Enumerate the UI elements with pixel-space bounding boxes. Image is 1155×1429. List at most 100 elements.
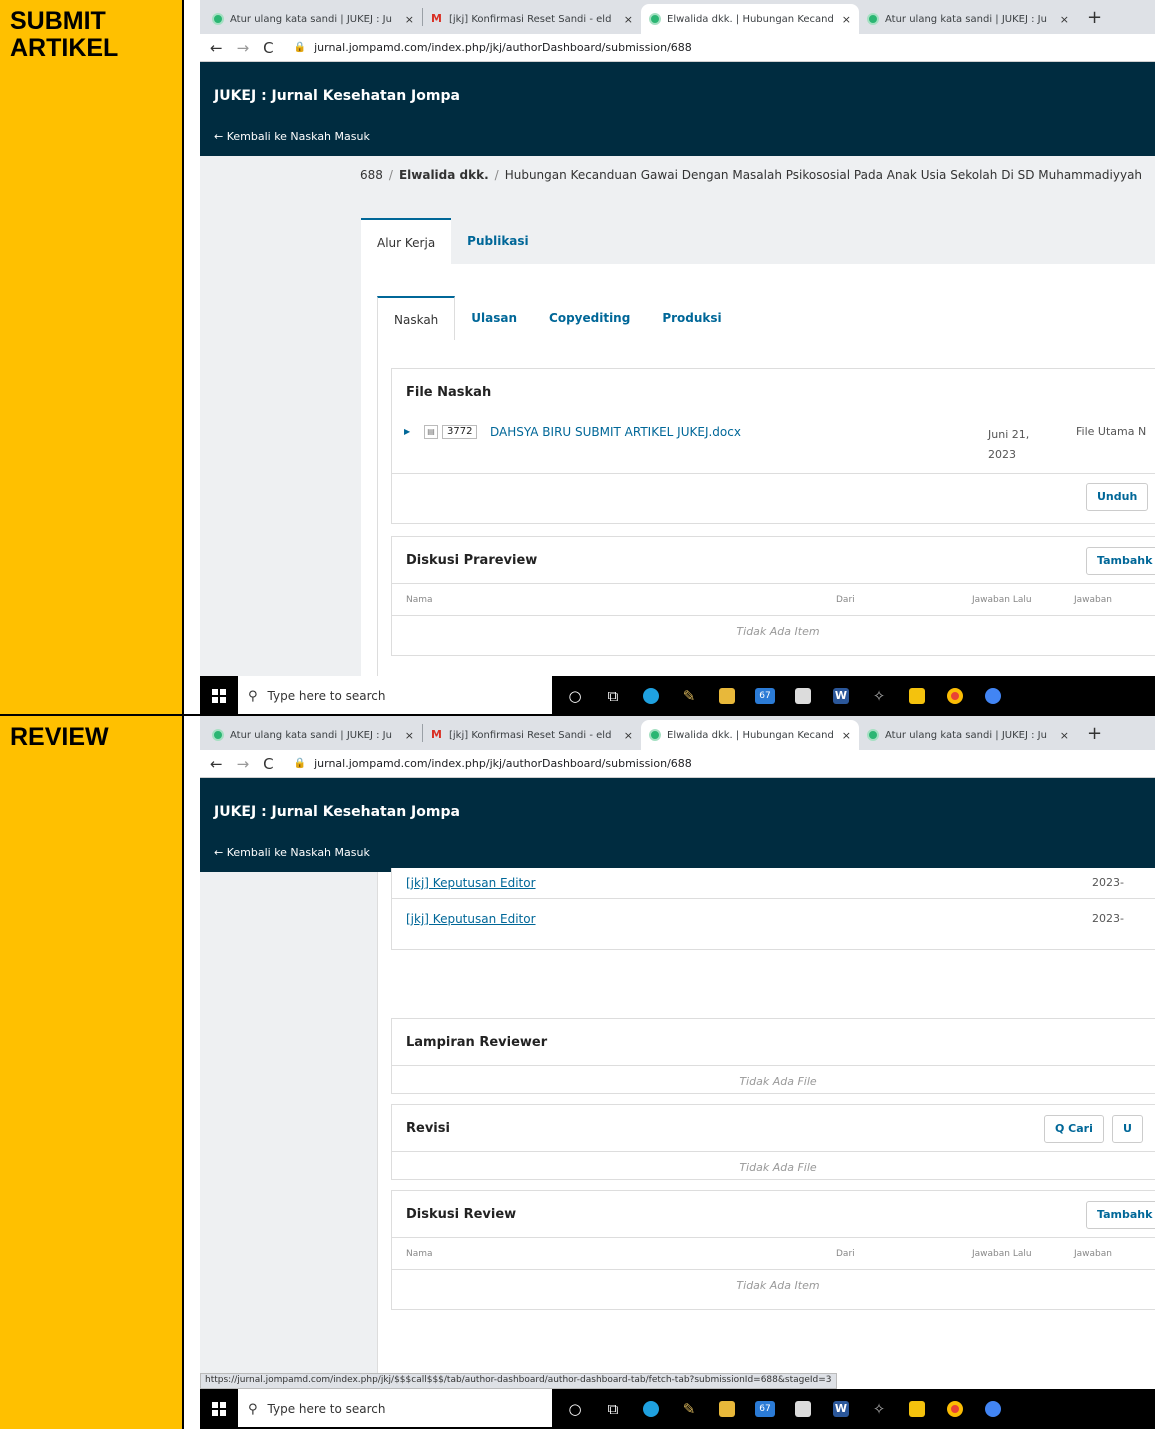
new-tab-button[interactable]: +: [1077, 7, 1112, 28]
task-view-icon[interactable]: ⧉: [594, 676, 632, 716]
new-tab-button[interactable]: +: [1077, 723, 1112, 744]
cortana-icon[interactable]: ○: [556, 1389, 594, 1429]
file-explorer-icon[interactable]: [708, 1389, 746, 1429]
lock-icon: 🔒: [293, 42, 307, 53]
reload-icon[interactable]: C: [263, 39, 273, 57]
tab-copyediting[interactable]: Copyediting: [533, 296, 646, 340]
reload-icon[interactable]: C: [263, 755, 273, 773]
expand-arrow-icon[interactable]: ▶: [404, 427, 410, 436]
satellite-app-icon[interactable]: ✧: [860, 676, 898, 716]
browser-tab-2[interactable]: M [jkj] Konfirmasi Reset Sandi - eld ×: [423, 720, 641, 750]
taskbar-search[interactable]: ⚲ Type here to search: [238, 676, 552, 716]
browser-tab-1[interactable]: Atur ulang kata sandi | JUKEJ : Ju ×: [204, 720, 422, 750]
browser-tab-2[interactable]: M [jkj] Konfirmasi Reset Sandi - eld ×: [423, 4, 641, 34]
ojs-icon: [649, 13, 661, 25]
notification-link[interactable]: [jkj] Keputusan Editor: [406, 912, 536, 926]
lock-icon: 🔒: [293, 758, 307, 769]
back-to-submissions-link[interactable]: ← Kembali ke Naskah Masuk: [214, 846, 370, 859]
address-bar: ← → C 🔒 jurnal.jompamd.com/index.php/jkj…: [200, 750, 1155, 778]
close-icon[interactable]: ×: [1060, 13, 1069, 26]
download-button[interactable]: Unduh: [1086, 483, 1149, 511]
close-icon[interactable]: ×: [842, 729, 851, 742]
store-icon[interactable]: [784, 676, 822, 716]
file-type: File Utama N: [1076, 425, 1147, 438]
add-discussion-button[interactable]: Tambahk: [1086, 547, 1155, 575]
url-field[interactable]: jurnal.jompamd.com/index.php/jkj/authorD…: [314, 757, 692, 770]
search-button[interactable]: Q Cari: [1044, 1115, 1104, 1143]
word-icon[interactable]: W: [822, 676, 860, 716]
tab-production[interactable]: Produksi: [646, 296, 737, 340]
browser-tab-1[interactable]: Atur ulang kata sandi | JUKEJ : Ju ×: [204, 4, 422, 34]
journal-title[interactable]: JUKEJ : Jurnal Kesehatan Jompa: [214, 88, 460, 104]
chrome-profile-icon[interactable]: [974, 1389, 1012, 1429]
word-icon[interactable]: W: [822, 1389, 860, 1429]
pen-app-icon[interactable]: ✎: [670, 676, 708, 716]
table-row-submit: SUBMIT ARTIKEL Atur ulang kata sandi | J…: [0, 0, 1155, 716]
close-icon[interactable]: ×: [405, 13, 414, 26]
windows-logo-icon: [212, 1402, 226, 1416]
reviewer-attachments-title: Lampiran Reviewer: [406, 1035, 548, 1050]
chrome-profile-icon[interactable]: [974, 676, 1012, 716]
browser-tab-4[interactable]: Atur ulang kata sandi | JUKEJ : Ju ×: [859, 4, 1077, 34]
browser-tab-3[interactable]: Elwalida dkk. | Hubungan Kecand ×: [641, 4, 859, 34]
pen-app-icon[interactable]: ✎: [670, 1389, 708, 1429]
file-name-link[interactable]: DAHSYA BIRU SUBMIT ARTIKEL JUKEJ.docx: [490, 425, 741, 439]
mail-icon[interactable]: 67: [746, 1389, 784, 1429]
cortana-icon[interactable]: ○: [556, 676, 594, 716]
tab-workflow[interactable]: Alur Kerja: [361, 218, 452, 264]
taskbar-search[interactable]: ⚲ Type here to search: [238, 1389, 552, 1429]
close-icon[interactable]: ×: [405, 729, 414, 742]
mail-icon[interactable]: 67: [746, 676, 784, 716]
search-icon: ⚲: [248, 1401, 258, 1417]
ojs-icon: [867, 13, 879, 25]
sticky-notes-icon[interactable]: [898, 1389, 936, 1429]
close-icon[interactable]: ×: [624, 729, 633, 742]
start-button[interactable]: [200, 1402, 238, 1416]
forward-arrow-icon[interactable]: →: [237, 39, 250, 57]
browser-tab-bar: Atur ulang kata sandi | JUKEJ : Ju × M [jk…: [200, 716, 1155, 750]
journal-title[interactable]: JUKEJ : Jurnal Kesehatan Jompa: [214, 804, 460, 820]
edge-icon[interactable]: [632, 1389, 670, 1429]
task-view-icon[interactable]: ⧉: [594, 1389, 632, 1429]
status-bar-url: https://jurnal.jompamd.com/index.php/jkj…: [200, 1373, 837, 1389]
stage-tabs: Naskah Ulasan Copyediting Produksi: [377, 296, 738, 340]
close-icon[interactable]: ×: [1060, 729, 1069, 742]
chrome-icon[interactable]: [936, 1389, 974, 1429]
start-button[interactable]: [200, 689, 238, 703]
tab-submission[interactable]: Naskah: [377, 296, 456, 340]
browser-tab-3[interactable]: Elwalida dkk. | Hubungan Kecand ×: [641, 720, 859, 750]
file-date: Juni 21, 2023: [988, 428, 1030, 461]
file-section-title: File Naskah: [406, 385, 492, 400]
satellite-app-icon[interactable]: ✧: [860, 1389, 898, 1429]
forward-arrow-icon[interactable]: →: [237, 755, 250, 773]
back-to-submissions-link[interactable]: ← Kembali ke Naskah Masuk: [214, 130, 370, 143]
back-arrow-icon[interactable]: ←: [210, 755, 223, 773]
row-label-cell: SUBMIT ARTIKEL: [0, 0, 184, 716]
main-content: [jkj] Keputusan Editor 2023- [jkj] Keput…: [200, 868, 1155, 1389]
add-discussion-button[interactable]: Tambahk: [1086, 1201, 1155, 1229]
edge-icon[interactable]: [632, 676, 670, 716]
document-icon: ▤: [424, 425, 438, 439]
notification-date: 2023-: [1092, 876, 1124, 889]
notification-link[interactable]: [jkj] Keputusan Editor: [406, 876, 536, 890]
notifications-card: [jkj] Keputusan Editor 2023- [jkj] Keput…: [391, 868, 1155, 950]
gmail-icon: M: [431, 728, 442, 741]
back-arrow-icon[interactable]: ←: [210, 39, 223, 57]
url-field[interactable]: jurnal.jompamd.com/index.php/jkj/authorD…: [314, 41, 692, 54]
close-icon[interactable]: ×: [624, 13, 633, 26]
row-label-cell: REVIEW: [0, 716, 184, 1429]
empty-state: Tidak Ada File: [739, 1075, 817, 1088]
store-icon[interactable]: [784, 1389, 822, 1429]
review-discussion-title: Diskusi Review: [406, 1207, 517, 1222]
tab-publication[interactable]: Publikasi: [451, 218, 545, 264]
sticky-notes-icon[interactable]: [898, 676, 936, 716]
file-explorer-icon[interactable]: [708, 676, 746, 716]
close-icon[interactable]: ×: [842, 13, 851, 26]
upload-button[interactable]: U: [1112, 1115, 1143, 1143]
chrome-icon[interactable]: [936, 676, 974, 716]
file-id: 3772: [442, 425, 478, 439]
tab-review[interactable]: Ulasan: [455, 296, 533, 340]
ojs-icon: [649, 729, 661, 741]
ojs-icon: [867, 729, 879, 741]
browser-tab-4[interactable]: Atur ulang kata sandi | JUKEJ : Ju ×: [859, 720, 1077, 750]
